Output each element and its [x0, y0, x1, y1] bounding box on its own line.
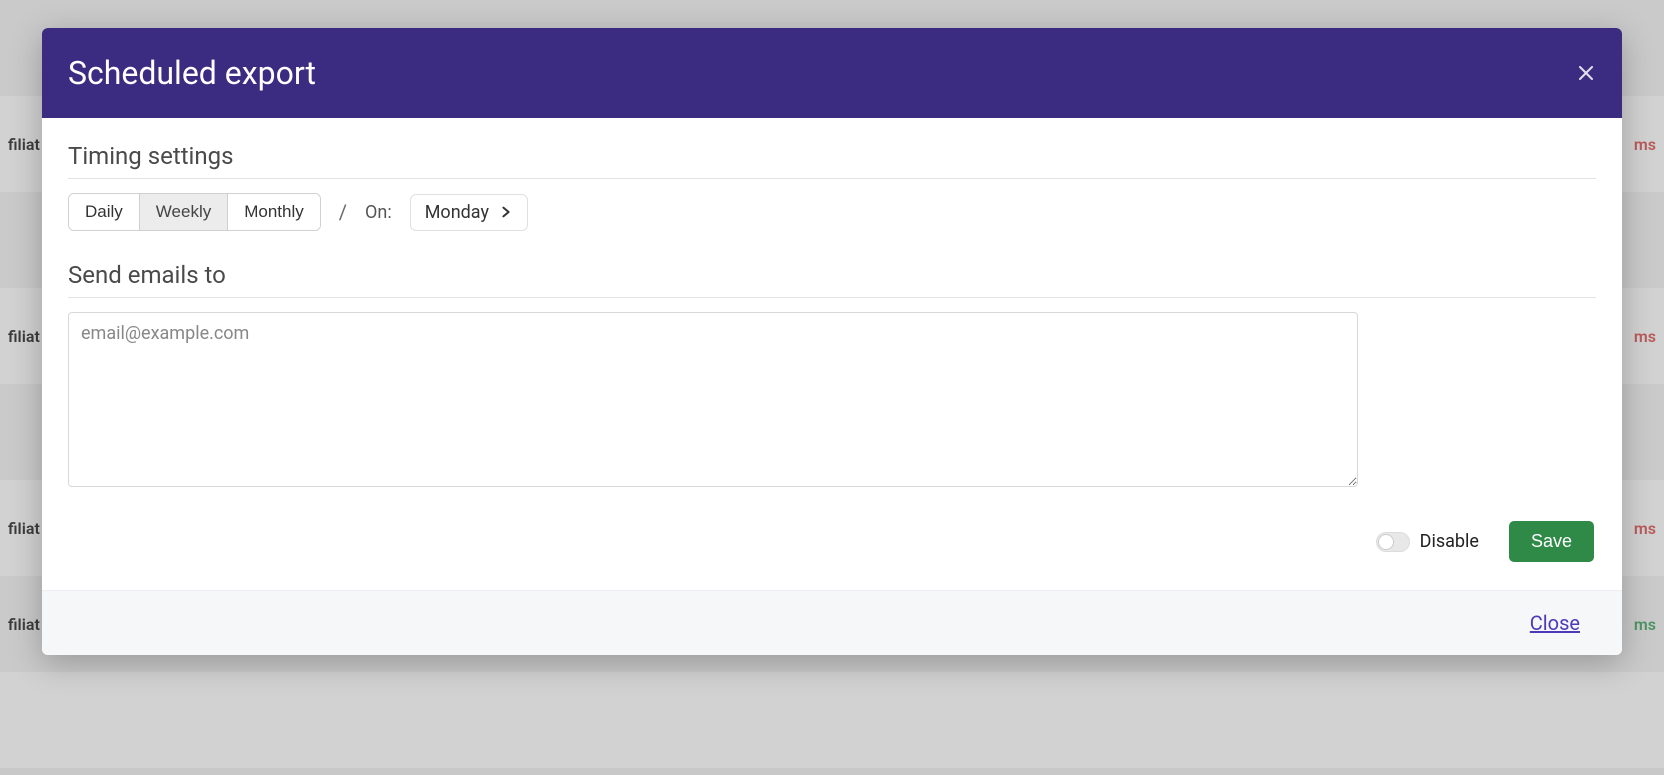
scheduled-export-modal: Scheduled export Timing settings Daily W…: [42, 28, 1622, 655]
timing-row: Daily Weekly Monthly / On: Monday: [68, 193, 1596, 231]
on-label: On:: [365, 202, 392, 223]
separator: /: [339, 200, 347, 224]
disable-toggle-label: Disable: [1420, 531, 1479, 552]
actions-row: Disable Save: [68, 521, 1596, 562]
day-select[interactable]: Monday: [410, 194, 528, 231]
timing-section-title: Timing settings: [68, 142, 1596, 179]
save-button[interactable]: Save: [1509, 521, 1594, 562]
emails-textarea[interactable]: [68, 312, 1358, 487]
toggle-knob: [1378, 534, 1394, 550]
day-select-value: Monday: [425, 202, 489, 223]
frequency-monthly-button[interactable]: Monthly: [228, 194, 320, 230]
emails-section-title: Send emails to: [68, 261, 1596, 298]
modal-body: Timing settings Daily Weekly Monthly / O…: [42, 118, 1622, 590]
chevron-right-icon: [499, 205, 513, 219]
frequency-daily-button[interactable]: Daily: [69, 194, 140, 230]
modal-title: Scheduled export: [68, 54, 316, 92]
frequency-weekly-button[interactable]: Weekly: [140, 194, 228, 230]
disable-toggle-group: Disable: [1376, 531, 1479, 552]
close-icon[interactable]: [1576, 63, 1596, 83]
modal-footer: Close: [42, 590, 1622, 655]
frequency-segmented-control: Daily Weekly Monthly: [68, 193, 321, 231]
close-link[interactable]: Close: [1530, 611, 1580, 635]
modal-header: Scheduled export: [42, 28, 1622, 118]
disable-toggle[interactable]: [1376, 532, 1410, 552]
